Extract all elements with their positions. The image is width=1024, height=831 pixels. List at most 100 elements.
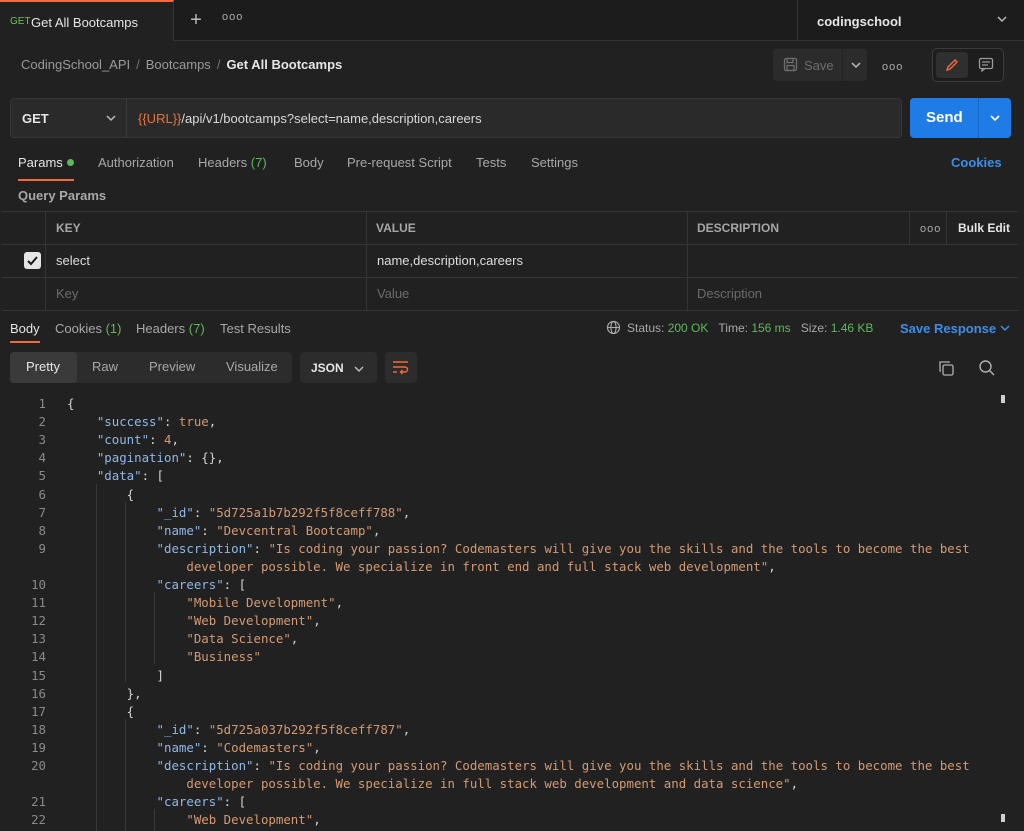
line-number: 18 — [31, 721, 46, 737]
scrollbar-marker[interactable] — [1001, 814, 1005, 822]
view-toggle — [932, 48, 1004, 82]
table-more-options-button[interactable]: ooo — [920, 223, 941, 235]
line-number: 16 — [31, 685, 46, 701]
breadcrumb-request: Get All Bootcamps — [226, 57, 343, 72]
environment-selector[interactable]: codingschool — [797, 0, 1024, 41]
save-button[interactable]: Save — [773, 49, 841, 81]
response-time[interactable]: 156 ms — [751, 321, 790, 335]
response-status-bar: Status: 200 OK Time: 156 ms Size: 1.46 K… — [606, 320, 873, 335]
search-icon[interactable] — [978, 359, 996, 377]
params-active-dot — [66, 159, 74, 166]
cookies-link[interactable]: Cookies — [951, 155, 1002, 170]
save-options-button[interactable] — [842, 49, 867, 81]
format-preview-button[interactable]: Preview — [149, 359, 195, 374]
line-number: 3 — [38, 432, 46, 448]
param-key-input[interactable]: select — [56, 253, 90, 268]
table-border — [687, 211, 688, 311]
breadcrumb-collection[interactable]: CodingSchool_API — [21, 57, 130, 72]
send-button[interactable]: Send — [910, 98, 1011, 138]
pencil-icon — [945, 59, 958, 72]
time-label: Time: — [718, 321, 748, 335]
request-more-options-button[interactable]: ooo — [882, 61, 903, 73]
code-line: "careers": [ — [156, 577, 247, 592]
bulk-edit-button[interactable]: Bulk Edit — [958, 221, 1010, 235]
line-number: 1 — [38, 396, 46, 411]
line-number: 6 — [38, 486, 46, 502]
code-line: "Web Development", — [186, 613, 321, 629]
param-enabled-checkbox[interactable] — [24, 252, 41, 269]
save-response-button[interactable]: Save Response — [900, 321, 1010, 336]
column-header-description: DESCRIPTION — [697, 221, 780, 235]
format-visualize-button[interactable]: Visualize — [226, 359, 278, 374]
save-group: Save — [773, 49, 867, 81]
tab-prerequest-script[interactable]: Pre-request Script — [347, 155, 452, 170]
chevron-down-icon[interactable] — [989, 113, 1001, 123]
line-number: 14 — [31, 649, 46, 665]
http-method-label: GET — [22, 111, 49, 126]
http-method-select[interactable]: GET — [11, 99, 127, 137]
new-tab-button[interactable]: + — [186, 9, 206, 31]
tab-headers[interactable]: Headers (7) — [198, 155, 267, 170]
line-number: 15 — [31, 667, 46, 683]
tab-authorization[interactable]: Authorization — [98, 155, 174, 170]
line-number: 10 — [31, 577, 46, 592]
line-number: 17 — [31, 703, 46, 719]
code-line: "Web Development", — [186, 812, 321, 828]
table-border — [2, 244, 1018, 245]
active-tab-indicator — [18, 179, 74, 181]
tab-tests[interactable]: Tests — [476, 155, 506, 170]
scrollbar-marker[interactable] — [1001, 395, 1005, 403]
chevron-down-icon — [851, 62, 861, 69]
status-code[interactable]: 200 OK — [668, 321, 709, 335]
code-line: "description": "Is coding your passion? … — [156, 758, 970, 773]
language-select[interactable]: JSON — [300, 352, 377, 383]
response-tab-body[interactable]: Body — [10, 321, 40, 336]
code-line: { — [67, 703, 135, 719]
wrap-lines-button[interactable] — [385, 352, 417, 383]
param-value-input[interactable]: name,description,careers — [377, 253, 523, 268]
tab-settings[interactable]: Settings — [531, 155, 578, 170]
tab-params[interactable]: Params — [18, 155, 74, 170]
tab-headers-label: Headers — [198, 155, 248, 170]
line-number: 20 — [31, 758, 46, 773]
response-tab-headers[interactable]: Headers (7) — [136, 321, 205, 336]
tab-more-options-button[interactable]: ooo — [222, 11, 243, 23]
response-tab-cookies[interactable]: Cookies (1) — [55, 321, 121, 336]
code-line: "data": [ — [96, 468, 164, 484]
status-label: Status: — [627, 321, 665, 335]
code-line: { — [67, 486, 135, 502]
code-line: "pagination": {}, — [96, 450, 224, 466]
table-border — [2, 211, 1018, 212]
globe-icon[interactable] — [606, 320, 621, 335]
response-tab-test-results[interactable]: Test Results — [220, 321, 291, 336]
response-format-segmented: Pretty Raw Preview Visualize — [10, 352, 292, 383]
code-line: developer possible. We specialize in ful… — [67, 776, 799, 792]
response-tab-headers-label: Headers — [136, 321, 186, 336]
table-border — [45, 211, 46, 311]
response-body-code[interactable]: 1 {2 "success": true, 3 "count": 4, 4 "pagi… — [0, 394, 1010, 831]
code-line: "name": "Codemasters", — [156, 739, 321, 755]
response-tab-headers-count: (7) — [188, 321, 205, 336]
line-number: 5 — [38, 468, 46, 484]
language-label: JSON — [311, 361, 344, 375]
new-param-description-input[interactable]: Description — [697, 286, 762, 301]
query-params-table: KEY VALUE DESCRIPTION ooo Bulk Edit sele… — [2, 211, 1018, 311]
copy-icon[interactable] — [938, 360, 955, 377]
new-param-value-input[interactable]: Value — [377, 286, 409, 301]
response-size[interactable]: 1.46 KB — [831, 321, 874, 335]
code-line: developer possible. We specialize in fro… — [67, 558, 776, 574]
format-raw-button[interactable]: Raw — [92, 359, 118, 374]
breadcrumb-folder[interactable]: Bootcamps — [146, 57, 211, 72]
url-input[interactable]: {{URL}}/api/v1/bootcamps?select=name,des… — [138, 111, 482, 126]
request-tab-active[interactable]: GET Get All Bootcamps — [0, 0, 174, 41]
tab-method-label: GET — [10, 16, 31, 27]
tab-body[interactable]: Body — [294, 155, 324, 170]
format-pretty-button[interactable]: Pretty — [10, 352, 77, 383]
active-tab-indicator — [10, 341, 40, 343]
chevron-down-icon — [106, 115, 116, 122]
wrap-lines-icon — [393, 361, 409, 375]
new-param-key-input[interactable]: Key — [56, 286, 78, 301]
comments-button[interactable] — [971, 52, 1001, 78]
line-number: 22 — [31, 812, 46, 828]
edit-mode-button[interactable] — [936, 52, 968, 78]
